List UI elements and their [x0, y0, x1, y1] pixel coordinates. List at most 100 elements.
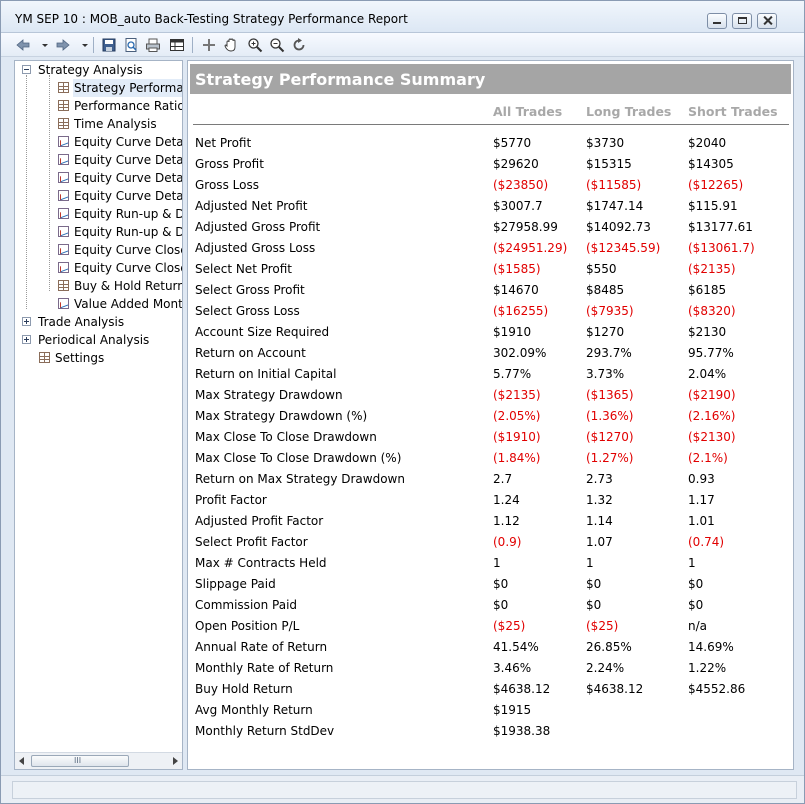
minimize-button[interactable] — [707, 13, 727, 29]
metric-value: $1915 — [493, 703, 532, 717]
pan-button[interactable] — [223, 37, 239, 53]
maximize-button[interactable] — [732, 13, 752, 29]
table-view-icon — [170, 39, 184, 51]
tree-node[interactable]: Equity Curve Detaile — [15, 151, 182, 169]
metric-value: $15315 — [586, 157, 632, 171]
metric-label: Adjusted Gross Profit — [195, 220, 321, 234]
metric-value: 26.85% — [586, 640, 632, 654]
tree-node[interactable]: Equity Run-up & Dra — [15, 223, 182, 241]
table-row: Select Net Profit ($1585) $550 ($2135) — [188, 262, 793, 283]
print-icon — [146, 38, 160, 52]
metric-value: $0 — [688, 577, 704, 591]
forward-arrow-icon — [56, 39, 70, 51]
graph-report-icon — [58, 136, 69, 147]
table-row: Select Gross Profit $14670 $8485 $6185 — [188, 283, 793, 304]
metric-value: 1.07 — [586, 535, 613, 549]
tree-guide-line — [49, 75, 50, 291]
zoom-out-button[interactable] — [269, 37, 285, 53]
scroll-right-icon[interactable] — [173, 757, 178, 765]
tree-node[interactable]: Equity Curve Detaile — [15, 187, 182, 205]
tree-expander-icon[interactable] — [22, 335, 31, 344]
tree-node[interactable]: Periodical Analysis — [15, 331, 182, 349]
metric-label: Account Size Required — [195, 325, 330, 339]
tree-node[interactable]: Buy & Hold Return — [15, 277, 182, 295]
metric-value: 2.04% — [688, 367, 727, 381]
tree-node[interactable]: Trade Analysis — [15, 313, 182, 331]
tree-node-label: Equity Curve Close T — [74, 243, 182, 257]
table-row: Adjusted Profit Factor 1.12 1.14 1.01 — [188, 514, 793, 535]
metric-label: Gross Loss — [195, 178, 259, 192]
window-title: YM SEP 10 : MOB_auto Back-Testing Strate… — [15, 12, 408, 26]
print-preview-icon — [125, 38, 137, 52]
tree-guide-line — [26, 75, 27, 309]
tree-node[interactable]: Value Added Month — [15, 295, 182, 313]
scrollbar-thumb[interactable]: III — [31, 755, 129, 767]
table-report-icon — [39, 352, 50, 363]
tree-node-label: Periodical Analysis — [38, 333, 150, 347]
tree-node[interactable]: Strategy Performanc — [15, 79, 182, 97]
table-row: Buy Hold Return $4638.12 $4638.12 $4552.86 — [188, 682, 793, 703]
zoom-in-button[interactable] — [247, 37, 263, 53]
back-button[interactable] — [15, 37, 31, 53]
metric-value: 1 — [493, 556, 501, 570]
metric-value: (2.16%) — [688, 409, 736, 423]
report-tree[interactable]: Strategy Analysis Strategy Performanc Perf… — [14, 60, 183, 770]
metric-value: $13177.61 — [688, 220, 753, 234]
print-button[interactable] — [145, 37, 161, 53]
zoom-in-icon — [248, 38, 263, 53]
tree-expander-icon[interactable] — [22, 65, 31, 74]
tree-horizontal-scrollbar[interactable]: III — [15, 752, 182, 769]
tree-node[interactable]: Equity Curve Close T — [15, 241, 182, 259]
scroll-left-icon[interactable] — [19, 757, 24, 765]
tree-node[interactable]: Equity Curve Close T — [15, 259, 182, 277]
tree-node[interactable]: Equity Run-up & Dra — [15, 205, 182, 223]
refresh-button[interactable] — [291, 37, 307, 53]
metric-value: (2.1%) — [688, 451, 728, 465]
metric-value: $14092.73 — [586, 220, 651, 234]
tree-node[interactable]: Settings — [15, 349, 182, 367]
toolbar-separator — [192, 37, 193, 53]
tree-node[interactable]: Equity Curve Detaile — [15, 133, 182, 151]
crosshair-button[interactable] — [201, 37, 217, 53]
save-button[interactable] — [101, 37, 117, 53]
metric-value: 2.24% — [586, 661, 625, 675]
metric-label: Profit Factor — [195, 493, 267, 507]
table-report-icon — [58, 100, 69, 111]
metric-value: 1.14 — [586, 514, 613, 528]
tree-node-label: Strategy Analysis — [38, 63, 143, 77]
tree-node-label: Equity Curve Detaile — [74, 171, 183, 185]
tree-node[interactable]: Strategy Analysis — [15, 61, 182, 79]
table-view-button[interactable] — [169, 37, 185, 53]
graph-report-icon — [58, 226, 69, 237]
back-dropdown-button[interactable] — [37, 37, 48, 53]
graph-report-icon — [58, 262, 69, 273]
tree-node[interactable]: Performance Ratios — [15, 97, 182, 115]
tree-node[interactable]: Time Analysis — [15, 115, 182, 133]
metric-value: 1 — [586, 556, 594, 570]
tree-node[interactable]: Equity Curve Detaile — [15, 169, 182, 187]
minimize-icon — [713, 22, 721, 24]
print-preview-button[interactable] — [123, 37, 139, 53]
scrollbar-grip-label: III — [74, 756, 82, 765]
forward-button[interactable] — [55, 37, 71, 53]
metric-value: 3.73% — [586, 367, 625, 381]
title-bar[interactable]: YM SEP 10 : MOB_auto Back-Testing Strate… — [1, 1, 804, 33]
metric-value: $4638.12 — [586, 682, 644, 696]
metric-label: Select Gross Profit — [195, 283, 305, 297]
graph-report-icon — [58, 172, 69, 183]
metric-value: 3.46% — [493, 661, 532, 675]
status-panel — [12, 781, 797, 799]
tree-node-label: Trade Analysis — [38, 315, 125, 329]
graph-report-icon — [58, 298, 69, 309]
close-button[interactable] — [757, 13, 777, 29]
tree-node-label: Equity Run-up & Dra — [74, 225, 182, 239]
tree-expander-icon[interactable] — [22, 317, 31, 326]
metric-value: $0 — [586, 577, 602, 591]
metric-value: $27958.99 — [493, 220, 558, 234]
forward-dropdown-button[interactable] — [77, 37, 88, 53]
metric-value: $115.91 — [688, 199, 738, 213]
metric-value: (1.27%) — [586, 451, 634, 465]
table-row: Select Gross Loss ($16255) ($7935) ($8320) — [188, 304, 793, 325]
metric-value: ($12265) — [688, 178, 744, 192]
metric-label: Commission Paid — [195, 598, 298, 612]
